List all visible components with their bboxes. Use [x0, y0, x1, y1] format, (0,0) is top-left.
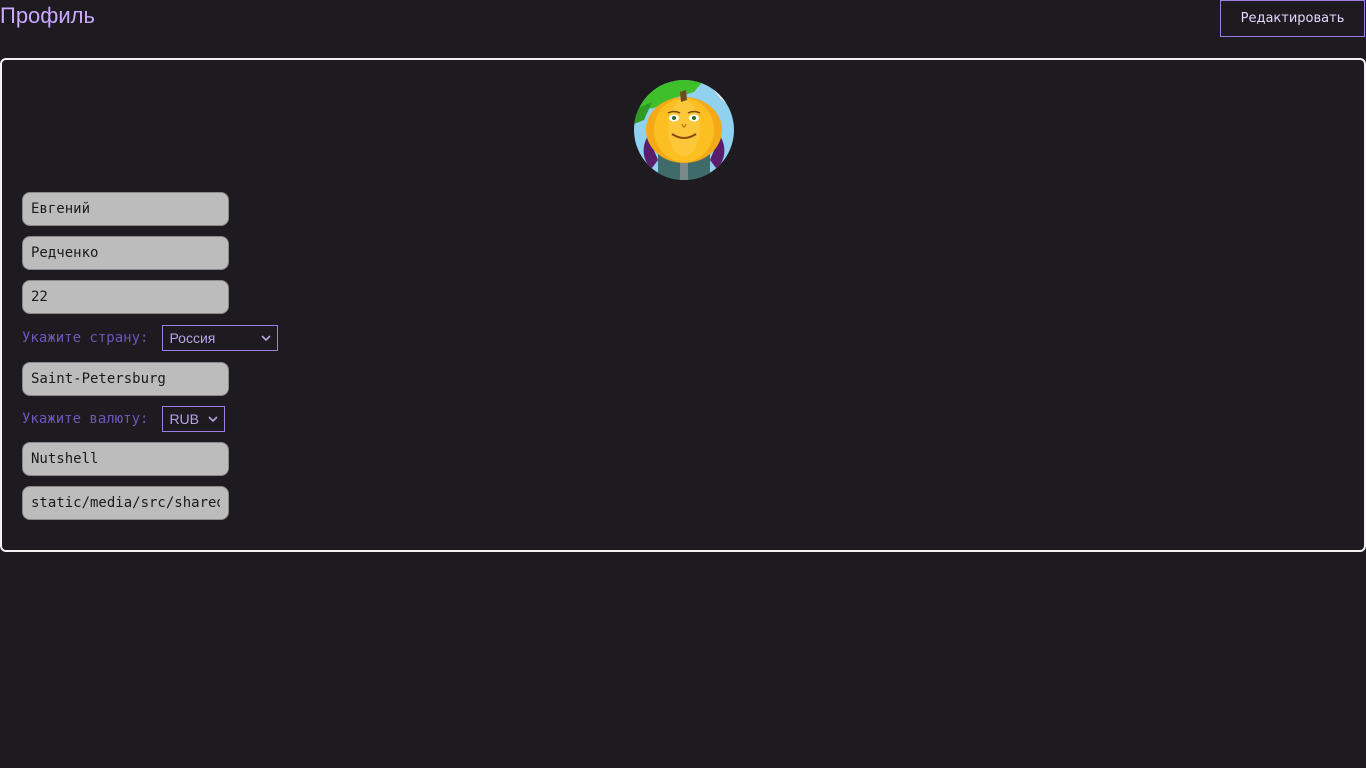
chevron-down-icon: [261, 335, 272, 342]
country-label: Укажите страну:: [22, 330, 149, 346]
currency-select[interactable]: RUB: [162, 406, 226, 432]
country-selected-value: Россия: [169, 330, 216, 346]
username-field[interactable]: [22, 442, 229, 476]
city-field[interactable]: [22, 362, 229, 396]
page-header: Профиль Редактировать: [0, 0, 1366, 40]
avatar-url-field[interactable]: [22, 486, 229, 520]
avatar: [634, 80, 734, 180]
profile-card: Укажите страну: Россия Укажите валюту: R…: [0, 58, 1366, 552]
country-row: Укажите страну: Россия: [22, 324, 279, 352]
chevron-down-icon: [208, 416, 219, 423]
page-title: Профиль: [0, 3, 95, 28]
currency-label: Укажите валюту:: [22, 411, 149, 427]
currency-selected-value: RUB: [169, 411, 199, 427]
country-select[interactable]: Россия: [162, 325, 279, 351]
age-field[interactable]: [22, 280, 229, 314]
currency-row: Укажите валюту: RUB: [22, 405, 226, 433]
last-name-field[interactable]: [22, 236, 229, 270]
pumpkin-avatar-icon: [634, 80, 734, 180]
edit-button[interactable]: Редактировать: [1220, 0, 1365, 37]
first-name-field[interactable]: [22, 192, 229, 226]
